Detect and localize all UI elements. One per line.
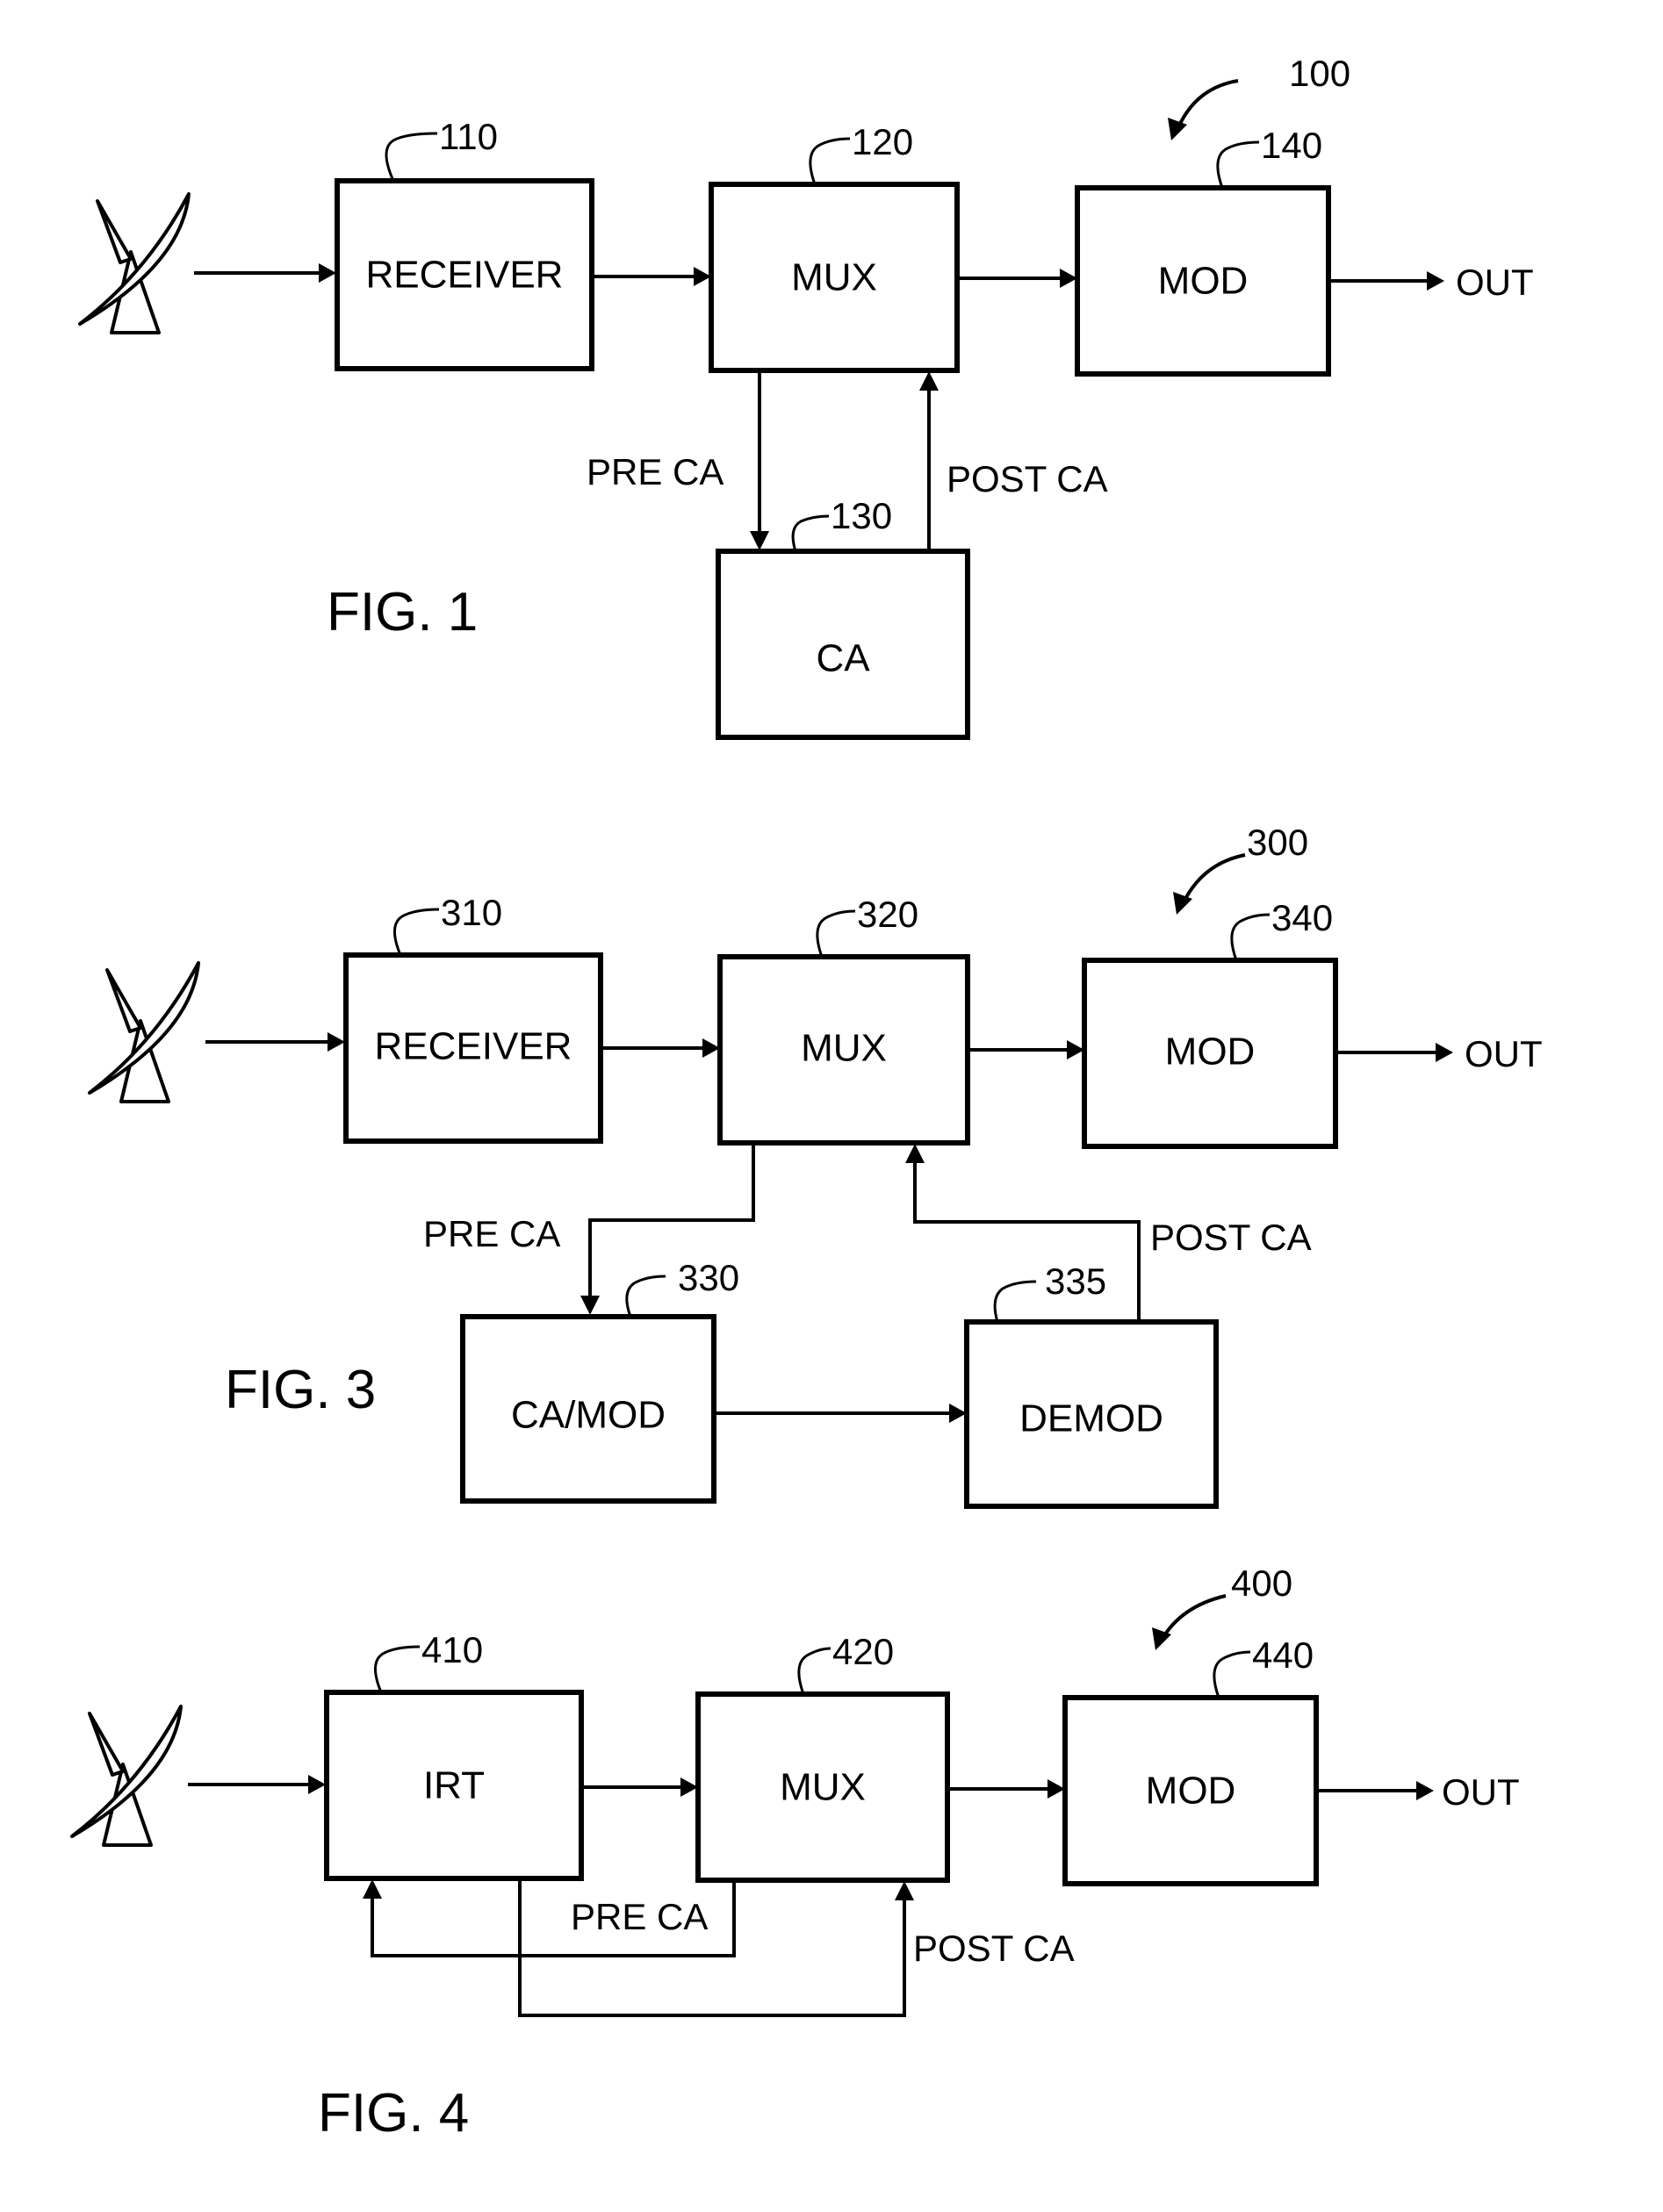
arrowhead	[308, 1775, 326, 1794]
pre-ca-label: PRE CA	[587, 451, 724, 492]
mux-label: MUX	[791, 256, 877, 299]
ca-label: CA	[816, 637, 870, 680]
mod-label: MOD	[1165, 1031, 1256, 1074]
ref-100: 100	[1289, 53, 1350, 94]
demod-label: DEMOD	[1019, 1397, 1163, 1440]
ref-leader	[1213, 1650, 1251, 1698]
figure-3: RECEIVER 310 MUX 320 MOD 340 OUT 300 PRE…	[88, 822, 1543, 1509]
ref-leader	[797, 1647, 832, 1695]
arrowhead	[1436, 1043, 1453, 1062]
ref-leader	[625, 1275, 666, 1318]
post-ca-label: POST CA	[947, 458, 1108, 499]
arrowhead	[580, 1296, 600, 1315]
arrowhead	[919, 371, 939, 391]
mod-label: MOD	[1146, 1770, 1236, 1813]
arrowhead	[895, 1881, 914, 1900]
ref-leader	[385, 132, 438, 182]
satellite-dish-icon	[78, 192, 191, 334]
arrowhead	[1173, 892, 1192, 915]
system-ref-arrow	[1180, 853, 1246, 907]
ref-leader	[791, 514, 830, 552]
ref-140: 140	[1261, 125, 1322, 166]
irt-label: IRT	[423, 1764, 485, 1807]
ref-400: 400	[1231, 1562, 1292, 1604]
out-label: OUT	[1456, 262, 1534, 303]
arrowhead	[1427, 271, 1444, 291]
ref-330: 330	[678, 1257, 739, 1298]
ref-440: 440	[1252, 1634, 1314, 1676]
arrowhead	[1416, 1781, 1434, 1800]
ref-leader	[809, 137, 851, 185]
receiver-label: RECEIVER	[375, 1025, 572, 1068]
ref-420: 420	[832, 1631, 894, 1672]
ref-130: 130	[831, 495, 892, 536]
ref-335: 335	[1045, 1260, 1106, 1302]
ref-leader	[1216, 140, 1260, 189]
ca-mod-label: CA/MOD	[511, 1394, 666, 1437]
figure-caption: FIG. 4	[318, 2083, 469, 2144]
satellite-dish-icon	[88, 961, 200, 1103]
figure-1: RECEIVER 110 MUX 120 MOD 140 OUT 100 PRE…	[78, 53, 1534, 740]
ref-110: 110	[439, 116, 498, 157]
ref-leader	[993, 1280, 1037, 1323]
mux-label: MUX	[780, 1766, 866, 1809]
out-label: OUT	[1465, 1033, 1543, 1074]
system-ref-arrow	[1175, 79, 1239, 133]
arrowhead	[905, 1144, 925, 1163]
ref-120: 120	[852, 121, 913, 162]
figure-4: IRT 410 MUX 420 MOD 440 OUT 400 PRE CA P…	[70, 1562, 1520, 2144]
arrowhead	[363, 1879, 382, 1899]
arrowhead	[328, 1032, 345, 1052]
figure-caption: FIG. 1	[327, 582, 478, 643]
arrowhead	[750, 531, 769, 550]
ref-leader	[393, 908, 440, 956]
post-ca-label: POST CA	[913, 1928, 1075, 1969]
patent-drawing-sheet: RECEIVER 110 MUX 120 MOD 140 OUT 100 PRE…	[70, 53, 1543, 2144]
satellite-dish-icon	[70, 1705, 183, 1847]
pre-ca-label: PRE CA	[571, 1896, 708, 1937]
ref-310: 310	[441, 892, 502, 933]
ref-410: 410	[421, 1629, 483, 1670]
ref-340: 340	[1271, 897, 1333, 938]
pre-ca-label: PRE CA	[423, 1213, 560, 1254]
post-ca-label: POST CA	[1150, 1217, 1312, 1258]
out-label: OUT	[1442, 1771, 1520, 1813]
ref-leader	[816, 909, 856, 958]
receiver-label: RECEIVER	[366, 254, 564, 297]
mod-label: MOD	[1158, 260, 1249, 303]
ref-320: 320	[857, 894, 918, 935]
ref-leader	[374, 1645, 421, 1693]
ref-leader	[1230, 913, 1271, 961]
mux-label: MUX	[801, 1027, 887, 1070]
ref-300: 300	[1247, 822, 1308, 863]
arrowhead	[1168, 118, 1187, 140]
arrowhead	[319, 263, 336, 283]
figure-caption: FIG. 3	[225, 1360, 376, 1420]
